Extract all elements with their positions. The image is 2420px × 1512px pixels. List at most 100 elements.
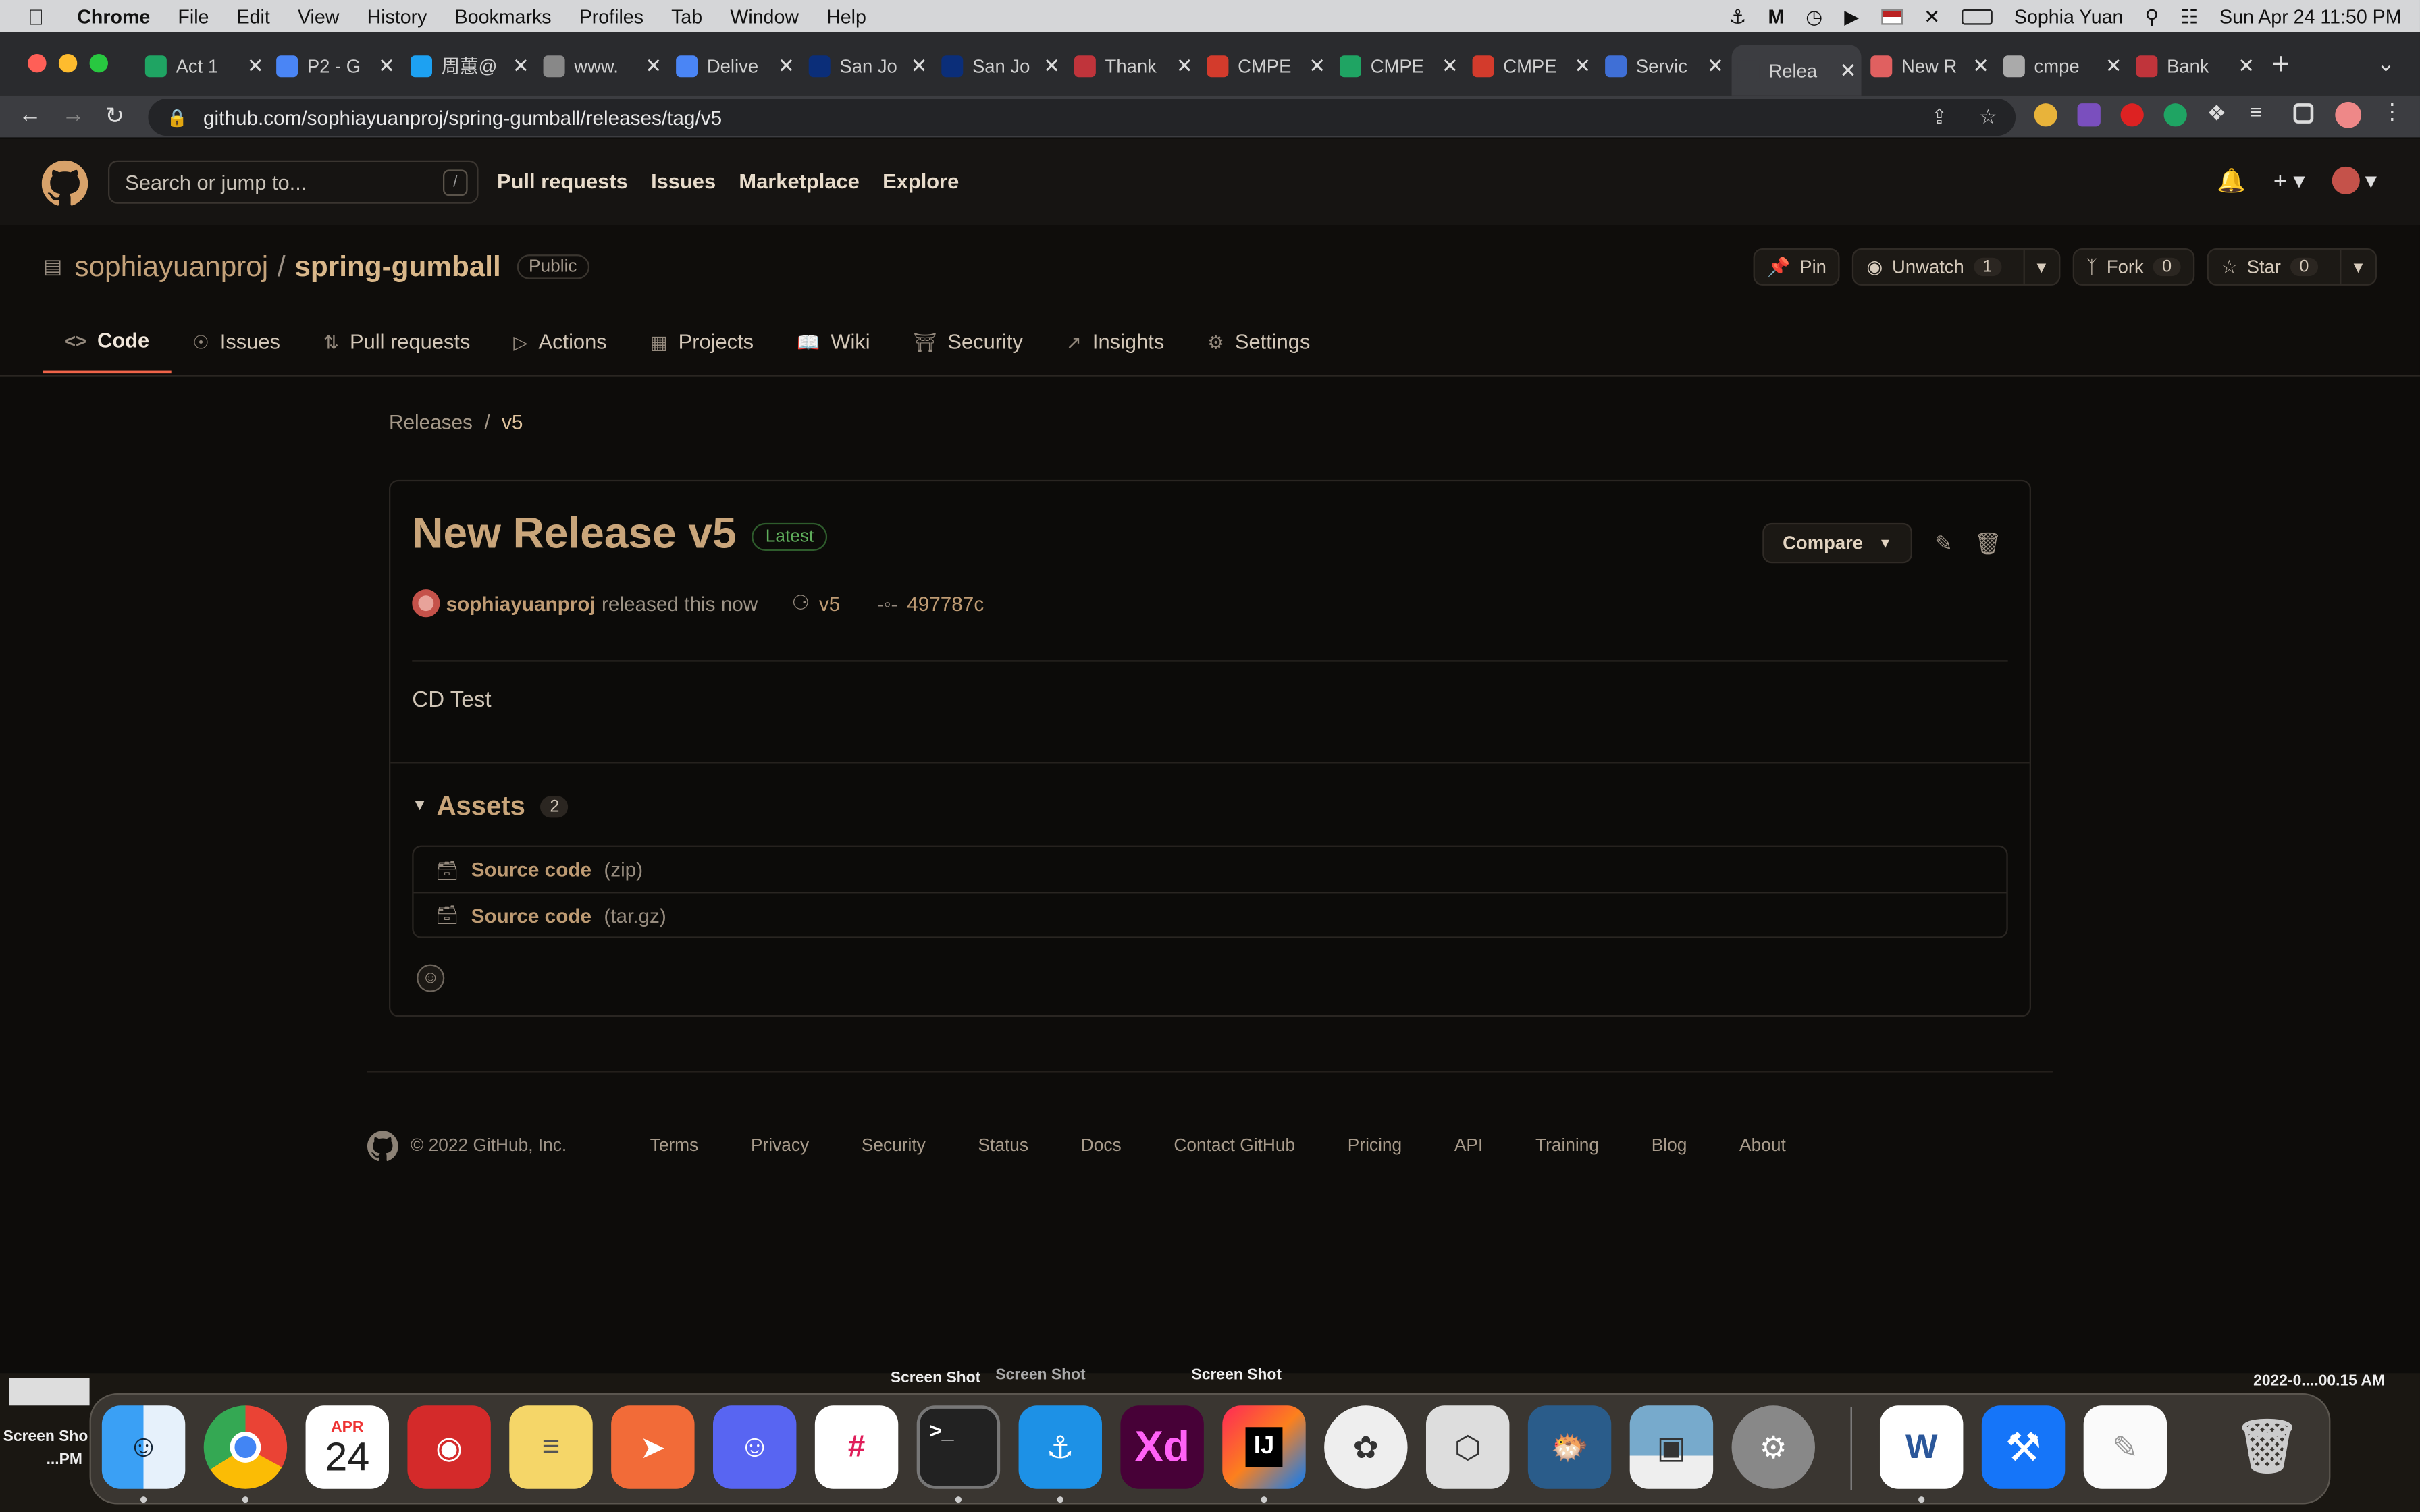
finder-icon[interactable]: ☺ — [101, 1405, 186, 1489]
tab-close-icon[interactable]: ✕ — [645, 53, 662, 78]
browser-tab[interactable]: 周蕙@ ✕ — [404, 45, 534, 86]
close-window-button[interactable] — [28, 53, 47, 73]
extension-adblock-icon[interactable] — [2120, 103, 2144, 127]
bluetooth-icon[interactable]: ✕ — [1924, 5, 1940, 28]
nav-explore[interactable]: Explore — [883, 169, 959, 192]
asset-name[interactable]: Source code — [471, 903, 591, 926]
gimp-icon[interactable]: ✿ — [1324, 1405, 1408, 1489]
tab-close-icon[interactable]: ✕ — [2105, 53, 2122, 78]
delete-trash-icon[interactable]: 🗑 — [1974, 531, 2002, 557]
flag-icon[interactable] — [1880, 8, 1903, 24]
photo-booth-icon[interactable]: ◉ — [407, 1405, 491, 1489]
breadcrumb-releases-link[interactable]: Releases — [389, 410, 473, 433]
discord-icon[interactable]: ☺ — [712, 1405, 797, 1489]
textedit-icon[interactable]: ✎ — [2083, 1405, 2167, 1489]
terminal-icon[interactable]: >_ — [916, 1405, 1001, 1489]
tab-close-icon[interactable]: ✕ — [778, 53, 795, 78]
github-logo-icon[interactable] — [41, 160, 88, 207]
commit-link[interactable]: -◦- 497787c — [877, 592, 984, 615]
footer-link-security[interactable]: Security — [862, 1137, 926, 1156]
lock-icon[interactable]: 🔒 — [167, 107, 188, 127]
footer-link-pricing[interactable]: Pricing — [1348, 1137, 1402, 1156]
footer-link-status[interactable]: Status — [978, 1137, 1029, 1156]
tab-security[interactable]: ⛩ Security — [892, 318, 1045, 373]
asset-name[interactable]: Source code — [471, 858, 591, 881]
unity-icon[interactable]: ⬡ — [1425, 1405, 1510, 1489]
tab-pull-requests[interactable]: ⇅ Pull requests — [302, 318, 492, 373]
share-icon[interactable]: ⇪ — [1931, 105, 1948, 130]
extensions-puzzle-icon[interactable]: ❖ — [2207, 101, 2230, 126]
tab-close-icon[interactable]: ✕ — [1574, 53, 1591, 78]
menu-help[interactable]: Help — [826, 5, 866, 27]
repo-name-link[interactable]: spring-gumball — [294, 250, 500, 284]
menu-edit[interactable]: Edit — [237, 5, 270, 27]
browser-tab[interactable]: Bank ✕ — [2130, 45, 2259, 86]
desktop-file[interactable]: Screen Shot — [891, 1370, 980, 1387]
menu-profiles[interactable]: Profiles — [579, 5, 643, 27]
desktop-file[interactable]: Screen Shot — [995, 1367, 1085, 1384]
minimize-window-button[interactable] — [58, 53, 78, 73]
desktop-file[interactable]: ...PM — [47, 1452, 82, 1469]
tab-close-icon[interactable]: ✕ — [1707, 53, 1724, 78]
compare-button[interactable]: Compare ▼ — [1762, 522, 1912, 564]
tab-close-icon[interactable]: ✕ — [512, 53, 529, 78]
unwatch-chevron-down-icon[interactable]: ▾ — [2022, 250, 2059, 284]
address-bar[interactable]: 🔒 github.com/sophiayuanproj/spring-gumba… — [148, 99, 2016, 136]
footer-link-training[interactable]: Training — [1535, 1137, 1599, 1156]
desktop-file[interactable]: Screen Shot — [1192, 1367, 1282, 1384]
system-preferences-icon[interactable]: ⚙ — [1731, 1405, 1815, 1489]
side-panel-icon[interactable] — [2293, 103, 2314, 124]
calendar-icon[interactable]: APR 24 — [305, 1405, 389, 1489]
browser-tab[interactable]: Thank ✕ — [1068, 45, 1198, 86]
desktop-file[interactable]: Screen Sho — [3, 1429, 88, 1446]
menu-app-name[interactable]: Chrome — [77, 5, 150, 27]
tab-search-chevron-icon[interactable]: ⌄ — [2377, 51, 2395, 77]
trash-icon[interactable]: 🗑 — [2226, 1405, 2309, 1488]
adobe-xd-icon[interactable]: Xd — [1120, 1405, 1204, 1489]
browser-tab[interactable]: Relea ✕ — [1731, 45, 1862, 96]
extension-chrome-icon[interactable] — [2034, 103, 2057, 127]
nav-marketplace[interactable]: Marketplace — [739, 169, 859, 192]
browser-tab[interactable]: San Jo ✕ — [803, 45, 932, 86]
chrome-icon[interactable] — [203, 1405, 288, 1489]
browser-tab[interactable]: Servic ✕ — [1599, 45, 1729, 86]
menu-view[interactable]: View — [298, 5, 339, 27]
xcode-icon[interactable]: ⚒ — [1981, 1405, 2066, 1489]
reload-button[interactable]: ↻ — [105, 102, 124, 130]
postman-icon[interactable]: ➤ — [611, 1405, 695, 1489]
tab-close-icon[interactable]: ✕ — [1442, 53, 1458, 78]
tab-close-icon[interactable]: ✕ — [1176, 53, 1193, 78]
fork-button[interactable]: ᛉ Fork 0 — [2072, 248, 2195, 286]
forward-button[interactable]: → — [61, 102, 84, 128]
intellij-icon[interactable]: IJ — [1222, 1405, 1306, 1489]
chrome-menu-icon[interactable]: ⋮ — [2382, 99, 2404, 124]
notes-icon[interactable]: ≡ — [509, 1405, 593, 1489]
tab-close-icon[interactable]: ✕ — [1840, 58, 1857, 83]
extension-grammarly-icon[interactable] — [2163, 103, 2187, 127]
bookmark-star-icon[interactable]: ☆ — [1979, 105, 1997, 130]
browser-tab[interactable]: Act 1 ✕ — [139, 45, 269, 86]
footer-link-docs[interactable]: Docs — [1081, 1137, 1122, 1156]
browser-tab[interactable]: CMPE ✕ — [1334, 45, 1463, 86]
tab-close-icon[interactable]: ✕ — [1309, 53, 1325, 78]
preview-icon[interactable]: ▣ — [1629, 1405, 1714, 1489]
tab-close-icon[interactable]: ✕ — [1043, 53, 1060, 78]
github-search-input[interactable]: Search or jump to... / — [107, 160, 479, 204]
slack-icon[interactable]: # — [814, 1405, 899, 1489]
browser-tab[interactable]: San Jo ✕ — [935, 45, 1065, 86]
tab-issues[interactable]: ☉ Issues — [171, 318, 302, 373]
nav-issues[interactable]: Issues — [651, 169, 716, 192]
menu-bookmarks[interactable]: Bookmarks — [455, 5, 552, 27]
tab-close-icon[interactable]: ✕ — [911, 53, 928, 78]
star-button[interactable]: ☆ Star 0 ▾ — [2207, 248, 2377, 286]
tab-insights[interactable]: ↗ Insights — [1045, 318, 1186, 373]
asset-row[interactable]: 🗃 Source code (tar.gz) — [413, 892, 2007, 936]
docker-status-icon[interactable]: ⚓ — [1729, 5, 1747, 28]
desktop-file-thumbnail[interactable] — [9, 1378, 90, 1406]
footer-link-blog[interactable]: Blog — [1652, 1137, 1687, 1156]
new-tab-button[interactable]: + — [2272, 48, 2290, 84]
battery-icon[interactable] — [1962, 8, 1993, 24]
menubar-clock[interactable]: Sun Apr 24 11:50 PM — [2219, 5, 2401, 27]
footer-link-privacy[interactable]: Privacy — [751, 1137, 809, 1156]
asset-row[interactable]: 🗃 Source code (zip) — [414, 847, 2007, 892]
